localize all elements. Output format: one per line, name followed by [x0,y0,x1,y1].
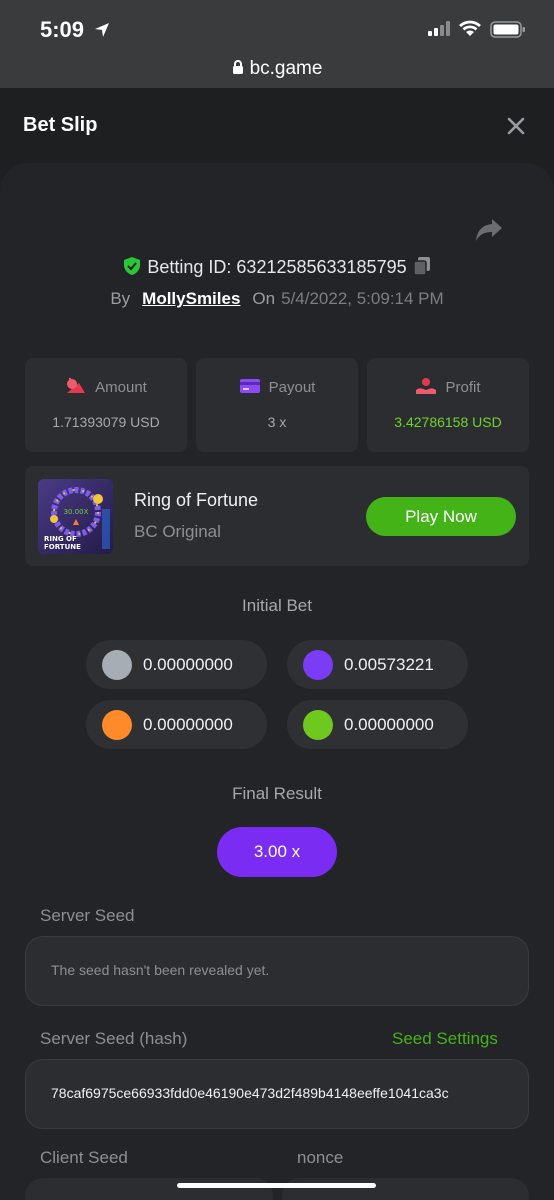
thumb-title-2: FORTUNE [44,543,81,551]
battery-icon [490,21,525,38]
coin-value: 0.00000000 [143,715,233,734]
nonce-field[interactable] [282,1178,529,1200]
betting-id-row: Betting ID: 63212585633185795 [0,256,554,278]
initial-bet-label: Initial Bet [242,596,312,615]
coin-value: 0.00000000 [344,715,434,734]
coin-chip: 0.00573221 [287,640,468,689]
url-text: bc.game [249,58,323,79]
betting-id: Betting ID: 63212585633185795 [147,257,407,277]
username-link[interactable]: MollySmiles [142,289,240,308]
thumb-multiplier: 30.00X [64,508,89,516]
amount-value: 1.71393079 USD [52,414,160,430]
game-card[interactable]: 30.00X RING OF FORTUNE Ring of Fortune B… [25,466,529,566]
final-result-label: Final Result [232,784,322,803]
payout-label: Payout [268,379,316,396]
final-result-badge: 3.00 x [217,827,337,877]
play-now-button[interactable]: Play Now [366,497,516,536]
payout-card: Payout 3 x [196,358,358,452]
by-label: By [110,289,131,308]
by-row: By MollySmiles On 5/4/2022, 5:09:14 PM [0,289,554,309]
coin-chip: 0.00000000 [287,700,468,749]
amount-icon [67,378,86,393]
amount-label: Amount [95,379,147,396]
location-arrow-icon [95,23,109,37]
server-seed-hash-label: Server Seed (hash) [40,1029,188,1048]
amount-card: Amount 1.71393079 USD [25,358,187,452]
url-bar[interactable]: bc.game [0,52,554,88]
game-thumbnail: 30.00X RING OF FORTUNE [38,479,113,554]
client-seed-field[interactable] [25,1178,273,1200]
payout-icon [239,379,260,393]
close-icon[interactable] [503,113,529,139]
signal-icon [428,21,450,36]
client-seed-label: Client Seed [40,1148,128,1167]
sheet-title: Bet Slip [23,114,98,136]
copy-icon[interactable] [412,256,431,276]
seed-settings-link[interactable]: Seed Settings [392,1029,498,1049]
game-name: Ring of Fortune [134,490,259,510]
coin-chip: 0.00000000 [86,640,267,689]
game-subtitle: BC Original [134,522,221,541]
server-seed-field[interactable]: The seed hasn't been revealed yet. [25,936,529,1006]
server-seed-value: The seed hasn't been revealed yet. [51,962,270,978]
coin-value: 0.00573221 [344,655,434,674]
wifi-icon [459,20,481,36]
nonce-label: nonce [297,1148,344,1167]
profit-icon [416,378,437,394]
coin-chip: 0.00000000 [86,700,267,749]
profit-label: Profit [445,379,481,396]
server-seed-label: Server Seed [40,906,135,925]
coin-icon [303,650,333,680]
home-indicator [177,1183,376,1188]
server-seed-hash-field[interactable]: 78caf6975ce66933fdd0e46190e473d2f489b414… [25,1059,529,1129]
coin-icon [102,650,132,680]
server-seed-hash-value: 78caf6975ce66933fdd0e46190e473d2f489b414… [51,1085,449,1101]
shield-check-icon [124,257,141,275]
on-label: On [252,289,276,308]
status-bar: 5:09 [0,0,554,52]
profit-value: 3.42786158 USD [394,414,502,430]
payout-value: 3 x [267,414,287,430]
ring-of-fortune-image: 30.00X RING OF FORTUNE [38,479,113,554]
thumb-title-1: RING OF [44,535,77,543]
coin-icon [102,710,132,740]
share-icon[interactable] [474,216,504,244]
lock-icon [232,60,243,74]
coin-value: 0.00000000 [143,655,233,674]
bet-date: 5/4/2022, 5:09:14 PM [281,289,444,308]
status-time: 5:09 [40,17,85,42]
coin-icon [303,710,333,740]
profit-card: Profit 3.42786158 USD [367,358,529,452]
